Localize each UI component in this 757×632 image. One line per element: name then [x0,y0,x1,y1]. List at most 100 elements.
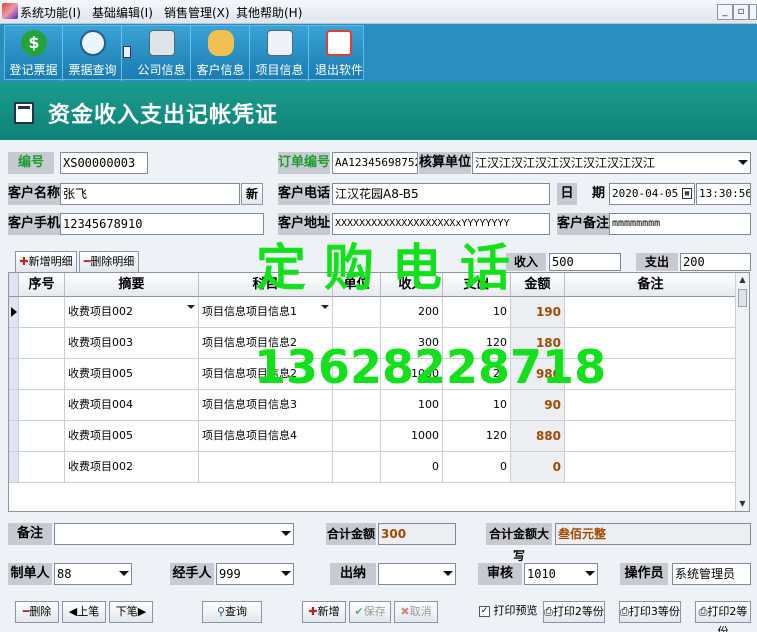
menu-help[interactable]: 其他帮助(H) [236,4,302,21]
cell-expense[interactable]: 10 [443,297,511,328]
cell-unit[interactable] [333,297,381,328]
audit-select[interactable]: 1010 [524,563,598,585]
cell-subject[interactable]: 项目信息项目信息1 [199,297,333,328]
print-2-button[interactable]: ⎙打印2等份 [543,601,605,623]
register-ticket-button[interactable]: $ 登记票据 [5,26,63,81]
cell-summary[interactable]: 收费项目005 [65,359,199,390]
customer-phone-input[interactable]: 江汉花园A8-B5 [332,183,550,205]
row-header[interactable] [9,421,19,452]
remark-input[interactable]: mmmmmmmm [609,213,751,235]
cell-income[interactable]: 100 [381,390,443,421]
cell-summary[interactable]: 收费项目004 [65,390,199,421]
scroll-thumb[interactable] [738,289,747,307]
minimize-button[interactable]: _ [717,4,733,20]
cell-subject[interactable]: 项目信息项目信息3 [199,390,333,421]
cell-note[interactable] [565,452,737,483]
row-header[interactable] [9,328,19,359]
query-button[interactable]: ⚲查询 [202,601,262,623]
cell-unit[interactable] [333,452,381,483]
note-select[interactable] [54,523,294,545]
row-header[interactable] [9,359,19,390]
cell-amount[interactable]: 90 [511,390,565,421]
print-3-button[interactable]: ⎙打印3等份 [619,601,681,623]
cell-seq[interactable] [19,390,65,421]
cell-amount[interactable]: 190 [511,297,565,328]
cell-expense[interactable]: 0 [443,452,511,483]
print-2b-button[interactable]: ⎙打印2等份 [695,601,751,632]
cell-expense[interactable]: 10 [443,390,511,421]
cell-unit[interactable] [333,390,381,421]
cancel-button[interactable]: ✖取消 [394,601,438,623]
close-button[interactable] [749,4,757,20]
cell-income[interactable]: 0 [381,452,443,483]
accounting-unit-select[interactable]: 江汉江汉江汉江汉江汉江汉江汉江 [472,152,751,174]
cell-seq[interactable] [19,452,65,483]
cell-summary[interactable]: 收费项目003 [65,328,199,359]
cell-subject[interactable] [199,452,333,483]
menu-system[interactable]: 系统功能(I) [20,4,81,21]
col-seq-header[interactable]: 序号 [19,273,65,297]
save-button[interactable]: ✔保存 [349,601,391,623]
cell-summary[interactable]: 收费项目005 [65,421,199,452]
row-header[interactable] [9,452,19,483]
cell-income[interactable]: 1000 [381,421,443,452]
row-header[interactable] [9,390,19,421]
menu-sales[interactable]: 销售管理(X) [164,4,230,21]
cell-seq[interactable] [19,328,65,359]
vertical-scrollbar[interactable]: ▲ ▼ [735,273,749,511]
cell-seq[interactable] [19,359,65,390]
cell-subject-text: 项目信息项目信息4 [202,429,297,442]
cell-seq[interactable] [19,297,65,328]
delete-button[interactable]: ━删除 [15,601,59,623]
menu-basic-edit[interactable]: 基础编辑(I) [92,4,153,21]
bianhao-input[interactable]: XS00000003 [60,152,148,174]
scroll-down-icon[interactable]: ▼ [736,497,749,511]
cell-subject[interactable]: 项目信息项目信息4 [199,421,333,452]
exit-button[interactable]: 退出软件 [310,26,368,81]
order-number-input[interactable]: AA12345698752 [332,152,418,174]
company-info-button[interactable]: 公司信息 [133,26,191,81]
col-summary-header[interactable]: 摘要 [65,273,199,297]
prev-button[interactable]: ◀上笔 [62,601,106,623]
col-note-header[interactable]: 备注 [565,273,737,297]
cell-note[interactable] [565,297,737,328]
expense-input[interactable]: 200 [680,253,751,271]
delete-detail-button[interactable]: ━删除明细 [79,251,139,273]
ticket-query-button[interactable]: 票据查询 [64,26,122,81]
chevron-down-icon[interactable] [187,305,195,309]
remark-label: 客户备注 [557,213,609,235]
check-icon: ✔ [354,605,364,618]
operator-input[interactable]: 系统管理员 [672,563,751,585]
calendar-small-icon[interactable]: ▦ [682,188,692,199]
cell-note[interactable] [565,421,737,452]
row-header[interactable] [9,297,19,328]
next-button[interactable]: 下笔▶ [109,601,153,623]
cell-summary[interactable]: 收费项目002 [65,452,199,483]
cashier-select[interactable] [378,563,456,585]
print-preview-checkbox[interactable]: ✓ 打印预览 [479,603,538,619]
customer-info-button[interactable]: 客户信息 [192,26,250,81]
scroll-up-icon[interactable]: ▲ [736,273,749,287]
maker-select[interactable]: 88 [54,563,132,585]
cell-summary[interactable]: 收费项目002 [65,297,199,328]
restore-button[interactable]: ▫ [733,4,749,20]
cell-seq[interactable] [19,421,65,452]
time-input[interactable]: 13:30:56 [696,183,751,205]
customer-name-input[interactable]: 张飞 [60,183,240,205]
cell-unit[interactable] [333,421,381,452]
cell-income[interactable]: 200 [381,297,443,328]
add-button[interactable]: ✚新增 [302,601,346,623]
cell-note[interactable] [565,390,737,421]
add-detail-button[interactable]: ✚新增明细 [15,251,77,273]
mobile-input[interactable]: 12345678910 [60,213,264,235]
chevron-down-icon[interactable] [321,305,329,309]
maker-label: 制单人 [8,563,52,585]
date-picker[interactable]: 2020-04-05 ▦ [609,183,695,205]
income-input[interactable]: 500 [549,253,621,271]
new-customer-button[interactable]: 新 [241,183,263,205]
handler-select[interactable]: 999 [216,563,294,585]
cell-expense[interactable]: 120 [443,421,511,452]
cell-amount[interactable]: 0 [511,452,565,483]
cell-amount[interactable]: 880 [511,421,565,452]
project-info-button[interactable]: 项目信息 [251,26,309,81]
